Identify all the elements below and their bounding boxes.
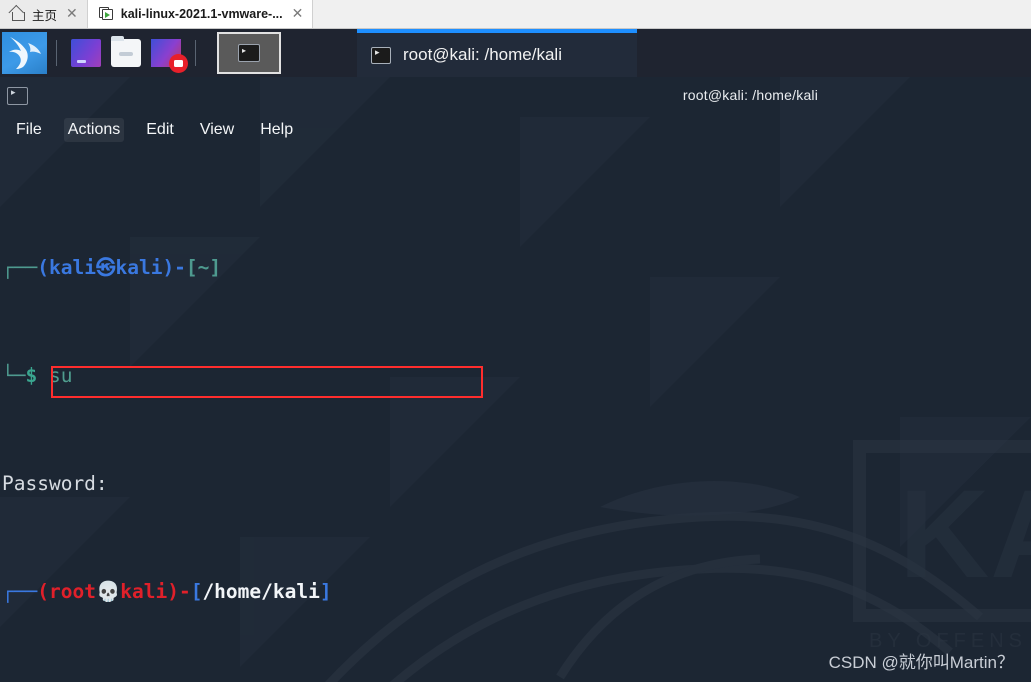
prompt-host: kali <box>115 256 163 279</box>
folder-icon[interactable] <box>111 36 141 67</box>
prompt-bracket-close: ] <box>319 580 332 603</box>
menu-file[interactable]: File <box>12 118 46 142</box>
prompt-user: kali <box>48 256 96 279</box>
prompt-line-user-header: ┌──(kali㉿kali)-[~] <box>0 254 1031 281</box>
kali-dragon-logo-icon[interactable] <box>2 32 47 74</box>
tab-vm-kali-label: kali-linux-2021.1-vmware-... <box>120 7 283 21</box>
tab-home-label: 主页 <box>32 8 58 23</box>
record-indicator-icon <box>169 54 188 73</box>
tab-vm-kali-close-icon[interactable]: ✕ <box>290 7 304 21</box>
taskbar-button-terminal[interactable]: root@kali: /home/kali <box>357 29 637 77</box>
terminal-header: root@kali: /home/kali <box>0 77 1031 113</box>
csdn-watermark: CSDN @就你叫Martin？ <box>828 653 1014 672</box>
prompt-paren-close: )- <box>162 256 186 279</box>
terminal-icon <box>371 46 391 64</box>
terminal-icon <box>7 87 28 105</box>
menu-help[interactable]: Help <box>256 118 297 142</box>
prompt-bracket-open: [ <box>190 580 203 603</box>
prompt-line-user-command: └─$ su <box>0 362 1031 389</box>
tab-vm-kali[interactable]: kali-linux-2021.1-vmware-... ✕ <box>87 0 314 28</box>
screenshot-root: 主页 ✕ kali-linux-2021.1-vmware-... ✕ ▸ ▸ … <box>0 0 1031 682</box>
prompt-line-root-header: ┌──(root💀kali)-[/home/kali] <box>0 578 1031 605</box>
workspace-pager[interactable] <box>217 32 281 74</box>
panel-separator-1 <box>56 40 57 66</box>
terminal-screen[interactable]: ┌──(kali㉿kali)-[~] └─$ su Password: ┌──(… <box>0 147 1031 682</box>
kali-at-icon: ㉿ <box>95 256 116 279</box>
workspace-thumbnail-icon <box>238 44 260 62</box>
vm-icon <box>98 7 114 21</box>
terminal-window: root@kali: /home/kali File Actions Edit … <box>0 77 1031 682</box>
panel-separator-2 <box>195 40 196 66</box>
prompt-paren-open: ( <box>37 256 49 279</box>
prompt-branch: ┌── <box>2 256 38 279</box>
terminal-menu-bar: File Actions Edit View Help <box>0 113 1031 147</box>
app-launcher-blue-icon[interactable] <box>71 39 101 67</box>
menu-actions[interactable]: Actions <box>63 118 125 142</box>
tab-home-close-icon[interactable]: ✕ <box>64 7 78 21</box>
prompt-path: [~] <box>185 256 222 279</box>
prompt-branch: ┌── <box>2 580 38 603</box>
prompt-branch-end: └─ <box>2 364 26 387</box>
recorder-icon[interactable] <box>151 39 188 73</box>
prompt-sigil-dollar: $ <box>25 364 38 387</box>
prompt-path: /home/kali <box>202 580 320 603</box>
taskbar-button-label: root@kali: /home/kali <box>403 45 562 64</box>
output-password-prompt: Password: <box>2 472 108 495</box>
home-icon <box>11 7 25 21</box>
kali-dragon-glyph <box>9 37 41 69</box>
kali-panel: root@kali: /home/kali <box>0 29 1031 77</box>
prompt-paren-close: )- <box>167 580 191 603</box>
menu-edit[interactable]: Edit <box>142 118 178 142</box>
tab-home[interactable]: 主页 ✕ <box>0 0 88 28</box>
prompt-user-root: root <box>48 580 96 603</box>
vmware-tab-strip: 主页 ✕ kali-linux-2021.1-vmware-... ✕ <box>0 0 1031 29</box>
prompt-host: kali <box>120 580 168 603</box>
prompt-paren-open: ( <box>37 580 49 603</box>
command-su: su <box>48 364 73 387</box>
menu-view[interactable]: View <box>196 118 238 142</box>
terminal-title: root@kali: /home/kali <box>682 87 819 103</box>
skull-icon: 💀 <box>95 580 121 603</box>
